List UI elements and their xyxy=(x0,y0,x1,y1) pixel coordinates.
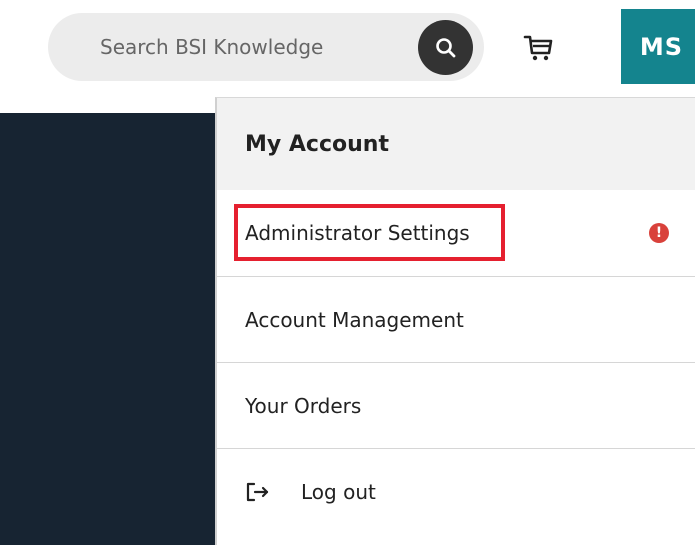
menu-title: My Account xyxy=(217,98,695,190)
menu-item-label: Administrator Settings xyxy=(245,221,470,245)
page: MS My Account Administrator Settings ! A… xyxy=(0,0,695,545)
cart-icon xyxy=(523,35,553,61)
menu-item-label: Your Orders xyxy=(245,393,362,418)
menu-title-text: My Account xyxy=(245,131,389,157)
cart-button[interactable] xyxy=(522,30,556,64)
search-button[interactable] xyxy=(418,20,473,75)
avatar-initials: MS xyxy=(639,32,683,61)
top-bar: MS xyxy=(0,0,695,98)
menu-item-account-management[interactable]: Account Management xyxy=(217,276,695,362)
avatar-button[interactable]: MS xyxy=(621,9,695,84)
menu-item-label: Log out xyxy=(301,479,376,504)
search-icon xyxy=(435,37,455,57)
account-dropdown-menu: My Account Administrator Settings ! Acco… xyxy=(215,97,695,545)
search-input[interactable] xyxy=(100,13,400,81)
menu-item-your-orders[interactable]: Your Orders xyxy=(217,362,695,448)
alert-icon: ! xyxy=(649,223,669,243)
menu-item-administrator-settings[interactable]: Administrator Settings ! xyxy=(217,190,695,276)
log-out-icon xyxy=(245,481,271,503)
menu-item-label: Account Management xyxy=(245,307,464,332)
page-background-panel xyxy=(0,113,217,545)
search-bar xyxy=(48,13,484,81)
menu-item-log-out[interactable]: Log out xyxy=(217,448,695,534)
